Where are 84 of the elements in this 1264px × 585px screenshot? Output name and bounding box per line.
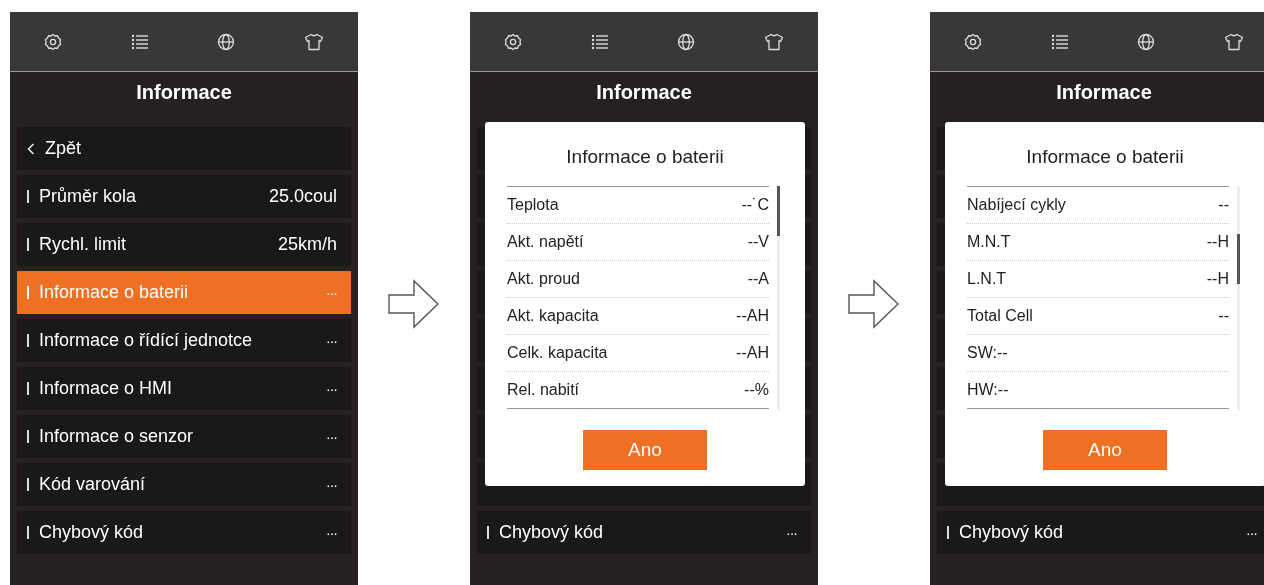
settings-icon[interactable]: [964, 32, 983, 51]
info-value: --: [1218, 196, 1229, 214]
info-label: Teplota: [507, 196, 559, 214]
row-marker-icon: [27, 334, 29, 347]
info-value: --AH: [736, 344, 769, 362]
row-marker-icon: [947, 526, 949, 539]
list-icon[interactable]: [130, 33, 149, 50]
item-label: Informace o HMI: [39, 378, 173, 399]
info-value: --H: [1206, 270, 1229, 288]
item-value: ···: [326, 284, 337, 301]
globe-icon[interactable]: [677, 32, 696, 51]
row-marker-icon: [27, 478, 29, 491]
info-label: M.N.T: [967, 233, 1011, 251]
settings-icon[interactable]: [44, 32, 63, 51]
info-value: --: [1218, 307, 1229, 325]
row-marker-icon: [27, 238, 29, 251]
info-label: Akt. kapacita: [507, 307, 599, 325]
info-value: --AH: [736, 307, 769, 325]
scrollbar-thumb[interactable]: [1237, 234, 1240, 284]
menu-item[interactable]: Chybový kód ···: [17, 511, 351, 554]
item-label: Chybový kód: [39, 522, 144, 543]
info-value: --H: [1206, 233, 1229, 251]
chevron-left-icon: [27, 142, 35, 155]
list-icon[interactable]: [590, 33, 609, 50]
screen-title: Informace: [595, 80, 693, 105]
row-marker-icon: [27, 382, 29, 395]
info-value: --V: [747, 233, 769, 251]
shirt-icon[interactable]: [1223, 32, 1244, 51]
info-label: L.N.T: [967, 270, 1007, 288]
item-label: Chybový kód: [959, 522, 1064, 543]
item-value: ···: [326, 476, 337, 493]
menu-item[interactable]: Rychl. limit 25km/h: [17, 223, 351, 266]
settings-icon[interactable]: [504, 32, 523, 51]
dialog-title: Informace o baterii: [566, 146, 724, 168]
globe-icon[interactable]: [1137, 32, 1156, 51]
item-label: Informace o řídící jednotce: [39, 330, 253, 351]
item-value: ···: [326, 332, 337, 349]
item-label: Kód varování: [39, 474, 146, 495]
info-value: --˙C: [741, 196, 769, 214]
row-marker-icon: [27, 286, 29, 299]
item-value: ···: [326, 428, 337, 445]
menu-item[interactable]: Průměr kola 25.0coul: [17, 175, 351, 218]
info-value: --A: [747, 270, 769, 288]
item-label: Informace o senzor: [39, 426, 194, 447]
menu-item[interactable]: Informace o HMI ···: [17, 367, 351, 410]
menu-item[interactable]: Chybový kód ···: [477, 511, 811, 554]
menu-item[interactable]: Informace o řídící jednotce ···: [17, 319, 351, 362]
info-label: Total Cell: [967, 307, 1033, 325]
info-label: Akt. napětí: [507, 233, 584, 251]
item-value: ···: [1246, 524, 1257, 541]
shirt-icon[interactable]: [303, 32, 324, 51]
item-value: ···: [786, 524, 797, 541]
info-label: SW:--: [967, 344, 1008, 362]
shirt-icon[interactable]: [763, 32, 784, 51]
item-value: 25km/h: [277, 234, 337, 255]
menu-item[interactable]: Kód varování ···: [17, 463, 351, 506]
item-value: ···: [326, 524, 337, 541]
row-marker-icon: [487, 526, 489, 539]
row-marker-icon: [27, 526, 29, 539]
item-label: Rychl. limit: [39, 234, 126, 255]
list-icon[interactable]: [1050, 33, 1069, 50]
row-marker-icon: [27, 430, 29, 443]
info-label: Rel. nabití: [507, 381, 580, 399]
item-label: Chybový kód: [499, 522, 604, 543]
info-value: --%: [744, 381, 769, 399]
dialog-title: Informace o baterii: [1026, 146, 1184, 168]
item-value: ···: [326, 380, 337, 397]
info-label: HW:--: [967, 381, 1009, 399]
menu-item[interactable]: Chybový kód ···: [937, 511, 1264, 554]
item-value: 25.0coul: [268, 186, 337, 207]
back-button[interactable]: Zpět: [17, 127, 351, 170]
row-marker-icon: [27, 190, 29, 203]
info-label: Nabíjecí cykly: [967, 196, 1066, 214]
right-arrow-icon: [388, 279, 440, 329]
right-arrow-icon: [848, 279, 900, 329]
scrollbar-thumb[interactable]: [777, 186, 780, 236]
item-label: Informace o baterii: [39, 282, 189, 303]
globe-icon[interactable]: [217, 32, 236, 51]
screen-title: Informace: [1055, 80, 1153, 105]
screen-title: Informace: [135, 80, 233, 105]
item-label: Průměr kola: [39, 186, 137, 207]
info-label: Akt. proud: [507, 270, 580, 288]
info-label: Celk. kapacita: [507, 344, 608, 362]
menu-item[interactable]: Informace o senzor ···: [17, 415, 351, 458]
